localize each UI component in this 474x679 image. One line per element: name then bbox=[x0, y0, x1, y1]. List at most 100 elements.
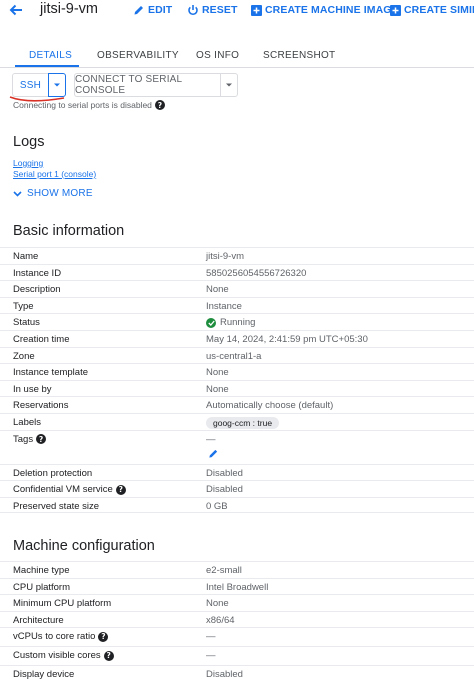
ssh-label: SSH bbox=[19, 79, 42, 91]
help-icon[interactable]: ? bbox=[36, 434, 47, 445]
page-title: jitsi-9-vm bbox=[40, 1, 98, 17]
plus-box-icon bbox=[251, 4, 262, 16]
table-row: Creation time May 14, 2024, 2:41:59 pm U… bbox=[0, 329, 474, 347]
row-value: x86/64 bbox=[206, 614, 235, 626]
caret-down-icon bbox=[54, 83, 60, 87]
labels-value: goog-ccm : true bbox=[206, 416, 280, 429]
tab-os-info[interactable]: OS INFO bbox=[196, 50, 239, 61]
row-value: Disabled bbox=[206, 669, 243, 679]
row-key: Instance ID bbox=[13, 267, 62, 279]
row-key: Reservations bbox=[13, 400, 69, 412]
edit-label: EDIT bbox=[148, 4, 173, 16]
row-value: None bbox=[206, 598, 229, 610]
table-row: Confidential VM service ? Disabled bbox=[0, 480, 474, 497]
show-more-button[interactable]: SHOW MORE bbox=[13, 188, 93, 199]
table-row: vCPUs to core ratio ? — bbox=[0, 627, 474, 646]
tab-details[interactable]: DETAILS bbox=[29, 50, 72, 61]
row-key: Display device bbox=[13, 669, 75, 679]
table-row: Display device Disabled bbox=[0, 665, 474, 679]
row-key: Instance template bbox=[13, 367, 88, 379]
connect-serial-console-button[interactable]: CONNECT TO SERIAL CONSOLE bbox=[74, 73, 220, 97]
logs-heading: Logs bbox=[13, 134, 45, 150]
table-row: Type Instance bbox=[0, 296, 474, 314]
table-row: Deletion protection Disabled bbox=[0, 463, 474, 481]
tab-observability[interactable]: OBSERVABILITY bbox=[97, 50, 179, 61]
row-value: Disabled bbox=[206, 484, 243, 496]
row-key: Machine type bbox=[13, 565, 70, 576]
edit-tags-pencil-icon[interactable] bbox=[208, 448, 219, 459]
table-row: Preserved state size 0 GB bbox=[0, 496, 474, 514]
chevron-down-icon bbox=[13, 190, 22, 197]
serial-console-label: CONNECT TO SERIAL CONSOLE bbox=[75, 74, 182, 96]
row-key: Status bbox=[13, 317, 40, 329]
caret-down-icon bbox=[226, 83, 232, 87]
row-value: — bbox=[206, 631, 216, 643]
table-row: Labels goog-ccm : true bbox=[0, 412, 474, 430]
help-icon[interactable]: ? bbox=[154, 100, 165, 110]
table-row: Zone us-central1-a bbox=[0, 346, 474, 364]
tab-bar: DETAILS OBSERVABILITY OS INFO SCREENSHOT bbox=[0, 44, 474, 68]
row-value: Disabled bbox=[206, 467, 243, 479]
create-similar-button[interactable]: CREATE SIMILAR bbox=[390, 4, 474, 16]
row-value: us-central1-a bbox=[206, 350, 262, 362]
reset-label: RESET bbox=[202, 4, 238, 16]
row-key: Deletion protection bbox=[13, 467, 93, 479]
help-icon[interactable]: ? bbox=[98, 631, 109, 642]
edit-button[interactable]: EDIT bbox=[133, 4, 172, 16]
table-row: Architecture x86/64 bbox=[0, 610, 474, 628]
table-row: In use by None bbox=[0, 379, 474, 397]
table-row: CPU platform Intel Broadwell bbox=[0, 577, 474, 595]
row-key-text: Confidential VM service bbox=[13, 484, 113, 496]
help-icon[interactable]: ? bbox=[103, 650, 114, 661]
row-key: Type bbox=[13, 300, 34, 312]
row-value: None bbox=[206, 383, 229, 395]
row-key: Preserved state size bbox=[13, 500, 100, 512]
table-row: Instance template None bbox=[0, 363, 474, 380]
row-value: May 14, 2024, 2:41:59 pm UTC+05:30 bbox=[206, 333, 368, 345]
label-chip[interactable]: goog-ccm : true bbox=[206, 416, 280, 429]
plus-box-icon bbox=[390, 4, 401, 16]
tab-screenshot[interactable]: SCREENSHOT bbox=[263, 50, 335, 61]
table-row: Name jitsi-9-vm bbox=[0, 247, 474, 264]
row-key: Architecture bbox=[13, 614, 64, 626]
create-machine-image-button[interactable]: CREATE MACHINE IMAGE bbox=[251, 4, 399, 16]
ssh-dropdown-button[interactable] bbox=[48, 73, 66, 97]
row-key: Zone bbox=[13, 350, 35, 362]
check-circle-icon bbox=[206, 317, 216, 328]
row-value: — bbox=[206, 433, 216, 445]
row-value: None bbox=[206, 284, 229, 296]
row-value: Automatically choose (default) bbox=[206, 400, 334, 412]
basic-info-table: Name jitsi-9-vm Instance ID 585025605455… bbox=[0, 247, 474, 514]
row-key: CPU platform bbox=[13, 581, 71, 593]
row-value: 0 GB bbox=[206, 500, 228, 512]
row-key: Name bbox=[13, 251, 39, 262]
page-header: jitsi-9-vm EDIT RESET CREATE MACHINE IMA… bbox=[0, 0, 474, 22]
row-key: In use by bbox=[13, 383, 52, 395]
machine-config-heading: Machine configuration bbox=[13, 538, 155, 554]
help-icon[interactable]: ? bbox=[115, 484, 126, 495]
table-row: Custom visible cores ? — bbox=[0, 646, 474, 665]
serial-port-link[interactable]: Serial port 1 (console) bbox=[13, 169, 96, 179]
table-row: Reservations Automatically choose (defau… bbox=[0, 396, 474, 413]
serial-disabled-note: Connecting to serial ports is disabled ? bbox=[13, 100, 165, 110]
reset-button[interactable]: RESET bbox=[187, 4, 238, 16]
row-value: None bbox=[206, 367, 229, 379]
row-key-text: vCPUs to core ratio bbox=[13, 631, 96, 643]
serial-console-dropdown-button[interactable] bbox=[220, 73, 238, 97]
back-arrow-icon[interactable] bbox=[8, 2, 24, 18]
create-similar-label: CREATE SIMILAR bbox=[404, 4, 474, 16]
table-row: Tags ? — bbox=[0, 429, 474, 464]
row-value: e2-small bbox=[206, 565, 242, 576]
row-key: Minimum CPU platform bbox=[13, 598, 112, 610]
status-value: Running bbox=[206, 317, 255, 328]
serial-note-text: Connecting to serial ports is disabled bbox=[13, 100, 152, 110]
table-row: Status Running bbox=[0, 313, 474, 330]
ssh-button[interactable]: SSH bbox=[12, 73, 48, 97]
row-value: 5850256054556726320 bbox=[206, 267, 307, 279]
show-more-label: SHOW MORE bbox=[27, 188, 93, 199]
row-key: Creation time bbox=[13, 333, 70, 345]
create-machine-image-label: CREATE MACHINE IMAGE bbox=[265, 4, 399, 16]
row-key-text: Tags bbox=[13, 433, 34, 445]
machine-config-table: Machine type e2-small CPU platform Intel… bbox=[0, 561, 474, 679]
logging-link[interactable]: Logging bbox=[13, 158, 43, 168]
